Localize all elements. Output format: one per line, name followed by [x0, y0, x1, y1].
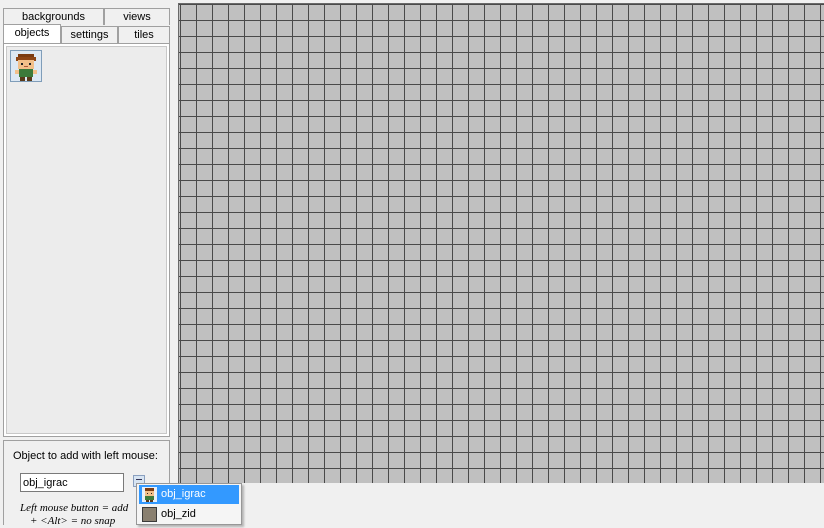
popup-item-label: obj_zid	[161, 508, 196, 520]
room-grid-canvas[interactable]	[178, 3, 824, 483]
popup-item-label: obj_igrac	[161, 488, 206, 500]
mouse-hint: Left mouse button = add + <Alt> = no sna…	[20, 502, 128, 528]
object-thumbnail[interactable]	[10, 50, 42, 82]
hint-line-1: Left mouse button = add	[20, 502, 129, 514]
object-select-popup: obj_igrac obj_zid	[136, 483, 242, 525]
character-sprite-icon	[15, 54, 37, 81]
wall-block-icon	[142, 507, 157, 522]
object-to-add-label: Object to add with left mouse:	[13, 450, 158, 462]
tab-backgrounds[interactable]: backgrounds	[3, 8, 104, 25]
room-object-list[interactable]	[6, 46, 167, 434]
hint-line-2: + <Alt> = no snap	[30, 515, 116, 527]
tab-settings[interactable]: settings	[61, 26, 118, 43]
character-sprite-icon	[142, 487, 157, 502]
object-name-field[interactable]	[20, 473, 124, 492]
popup-item-obj-zid[interactable]: obj_zid	[139, 505, 239, 524]
room-properties-panel: backgrounds views objects settings tiles	[0, 0, 174, 528]
popup-item-obj-igrac[interactable]: obj_igrac	[139, 485, 239, 504]
tab-tiles[interactable]: tiles	[118, 26, 170, 43]
tab-views[interactable]: views	[104, 8, 170, 25]
tab-objects[interactable]: objects	[3, 24, 61, 43]
objects-tab-body	[3, 43, 170, 437]
